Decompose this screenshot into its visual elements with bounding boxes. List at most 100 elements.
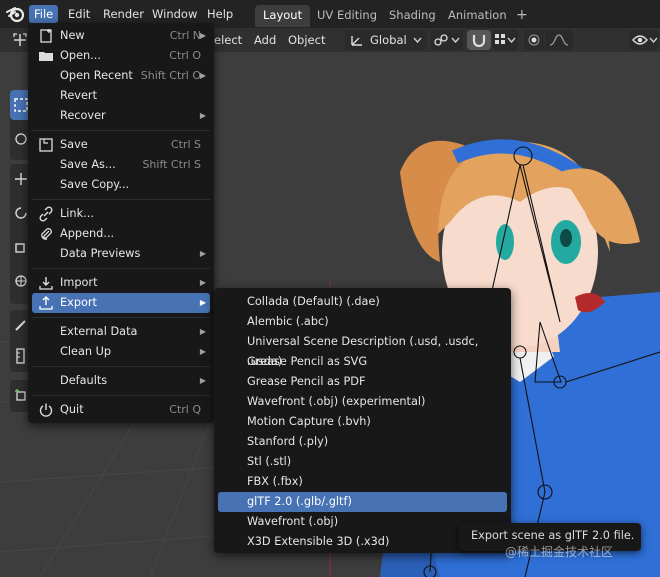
menu-item-label: Data Previews — [60, 247, 141, 260]
export-gltf[interactable]: glTF 2.0 (.glb/.gltf) — [218, 492, 507, 512]
menu-item-save[interactable]: Save Ctrl S — [32, 135, 210, 155]
export-submenu: Collada (Default) (.dae) Alembic (.abc) … — [214, 288, 511, 553]
export-grease-pencil-svg[interactable]: Grease Pencil as SVG — [218, 352, 507, 372]
paperclip-icon — [41, 228, 52, 240]
export-grease-pencil-pdf[interactable]: Grease Pencil as PDF — [218, 372, 507, 392]
export-item-label: Motion Capture (.bvh) — [247, 415, 371, 428]
menu-item-label: Save Copy... — [60, 178, 130, 191]
menu-item-label: New — [60, 29, 85, 42]
menu-item-quit[interactable]: Quit Ctrl Q — [32, 400, 210, 420]
menu-item-shortcut: Ctrl O — [169, 49, 201, 62]
menu-item-save-copy[interactable]: Save Copy... — [32, 175, 210, 195]
tab-layout[interactable]: Layout — [255, 5, 311, 27]
menu-item-shortcut: Ctrl S — [170, 138, 201, 151]
pivot-point-dropdown[interactable] — [431, 30, 463, 50]
menu-render[interactable]: Render — [98, 5, 149, 23]
menu-item-defaults[interactable]: Defaults ▶ — [32, 371, 210, 391]
menu-item-label: Quit — [60, 403, 84, 416]
export-item-label: Stanford (.ply) — [247, 435, 329, 448]
menu-item-clean-up[interactable]: Clean Up ▶ — [32, 342, 210, 362]
orientation-axes-icon — [351, 36, 362, 46]
orientation-label: Global — [370, 33, 407, 47]
menu-item-open-recent[interactable]: Open Recent Shift Ctrl O ▶ — [32, 66, 210, 86]
export-item-label: Wavefront (.obj) (experimental) — [247, 395, 426, 408]
menu-separator — [32, 268, 210, 269]
export-stl[interactable]: Stl (.stl) — [218, 452, 507, 472]
menu-add[interactable]: Add — [254, 31, 276, 49]
submenu-arrow-icon: ▶ — [199, 111, 206, 120]
menu-item-label: Save — [60, 138, 88, 151]
menu-item-label: Save As... — [60, 158, 116, 171]
file-menu: New Ctrl N ▶ Open... Ctrl O Open Recent … — [28, 23, 214, 423]
menu-object[interactable]: Object — [288, 31, 325, 49]
menu-item-new[interactable]: New Ctrl N ▶ — [32, 26, 210, 46]
export-item-label: glTF 2.0 (.glb/.gltf) — [247, 495, 352, 508]
menu-item-open[interactable]: Open... Ctrl O — [32, 46, 210, 66]
export-alembic[interactable]: Alembic (.abc) — [218, 312, 507, 332]
snap-toggle[interactable] — [467, 30, 491, 50]
visibility-dropdown[interactable] — [629, 30, 659, 50]
menu-item-export[interactable]: Export ▶ — [32, 293, 210, 313]
menu-select[interactable]: elect — [214, 31, 242, 49]
menu-item-label: Link... — [60, 207, 94, 220]
menu-item-import[interactable]: Import ▶ — [32, 273, 210, 293]
menu-separator — [32, 366, 210, 367]
menu-item-shortcut: Shift Ctrl O — [140, 69, 201, 82]
falloff-dropdown[interactable] — [545, 30, 573, 50]
export-item-label: Wavefront (.obj) — [247, 515, 339, 528]
blender-logo-icon[interactable] — [6, 5, 26, 23]
export-item-label: FBX (.fbx) — [247, 475, 303, 488]
export-collada[interactable]: Collada (Default) (.dae) — [218, 292, 507, 312]
menu-item-external-data[interactable]: External Data ▶ — [32, 322, 210, 342]
tab-uv-editing[interactable]: UV Editing — [309, 5, 385, 27]
menu-item-revert[interactable]: Revert — [32, 86, 210, 106]
menu-item-link[interactable]: Link... — [32, 204, 210, 224]
menu-item-label: Recover — [60, 109, 106, 122]
menu-item-label: Append... — [60, 227, 115, 240]
menu-item-label: Open... — [60, 49, 101, 62]
link-chain-icon — [434, 34, 448, 46]
import-icon — [39, 277, 53, 290]
transform-mode-icon[interactable] — [12, 32, 28, 48]
export-fbx[interactable]: FBX (.fbx) — [218, 472, 507, 492]
submenu-arrow-icon: ▶ — [199, 327, 206, 336]
submenu-arrow-icon: ▶ — [199, 347, 206, 356]
menu-item-label: Open Recent — [60, 69, 133, 82]
menu-item-save-as[interactable]: Save As... Shift Ctrl S — [32, 155, 210, 175]
submenu-arrow-icon: ▶ — [199, 298, 206, 307]
menu-window[interactable]: Window — [147, 5, 202, 23]
menu-item-shortcut: Ctrl Q — [169, 403, 201, 416]
snap-target-dropdown[interactable] — [492, 30, 518, 50]
export-item-label: Stl (.stl) — [247, 455, 292, 468]
menu-item-label: Defaults — [60, 374, 108, 387]
chevron-down-icon — [413, 37, 422, 44]
chevron-down-icon — [649, 37, 658, 44]
export-wavefront-experimental[interactable]: Wavefront (.obj) (experimental) — [218, 392, 507, 412]
menu-item-recover[interactable]: Recover ▶ — [32, 106, 210, 126]
new-file-icon — [40, 29, 52, 43]
proportional-editing-toggle[interactable] — [524, 30, 544, 50]
menu-file[interactable]: File — [29, 5, 59, 23]
add-workspace-button[interactable]: + — [508, 5, 536, 27]
menu-edit[interactable]: Edit — [63, 5, 95, 23]
tab-shading[interactable]: Shading — [381, 5, 444, 27]
export-usd[interactable]: Universal Scene Description (.usd, .usdc… — [218, 332, 507, 368]
transform-orientation-dropdown[interactable]: Global — [345, 30, 427, 50]
submenu-arrow-icon: ▶ — [199, 376, 206, 385]
submenu-arrow-icon: ▶ — [199, 31, 206, 40]
menu-item-append[interactable]: Append... — [32, 224, 210, 244]
menu-help[interactable]: Help — [202, 5, 238, 23]
menu-item-shortcut: Shift Ctrl S — [142, 158, 201, 171]
export-icon — [39, 296, 53, 310]
export-motion-capture[interactable]: Motion Capture (.bvh) — [218, 412, 507, 432]
export-stanford-ply[interactable]: Stanford (.ply) — [218, 432, 507, 452]
tooltip-text: Export scene as glTF 2.0 file. — [471, 529, 635, 542]
tab-animation[interactable]: Animation — [440, 5, 515, 27]
magnet-icon — [472, 35, 486, 47]
menu-item-data-previews[interactable]: Data Previews ▶ — [32, 244, 210, 264]
eye-icon — [632, 35, 648, 45]
watermark: @稀土掘金技术社区 — [505, 545, 614, 559]
menu-item-label: External Data — [60, 325, 138, 338]
submenu-arrow-icon: ▶ — [199, 249, 206, 258]
menu-item-label: Import — [60, 276, 98, 289]
